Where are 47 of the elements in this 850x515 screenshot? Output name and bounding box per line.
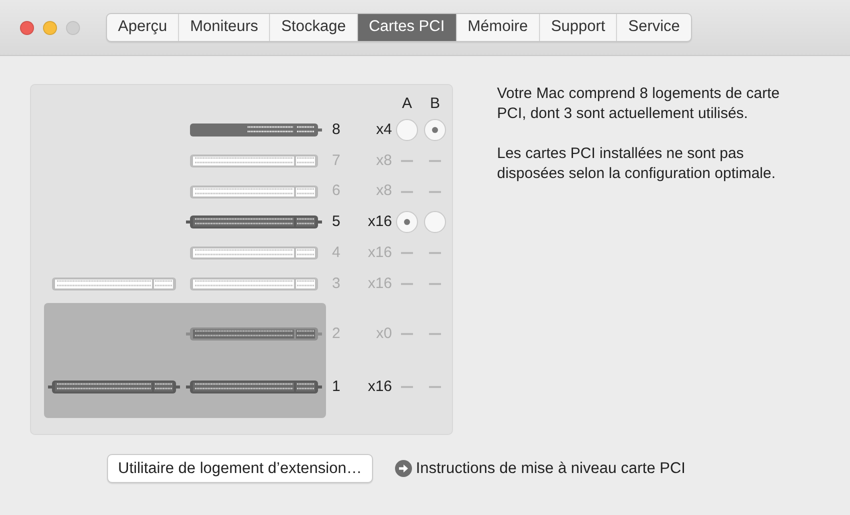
slot-number: 5 — [332, 212, 342, 232]
slot-number: 7 — [332, 150, 342, 171]
tab[interactable]: Mémoire — [456, 14, 540, 41]
slot-number: 1 — [332, 376, 342, 397]
lane-width: x16 — [366, 376, 392, 397]
unavailable-dash — [401, 160, 413, 162]
tab[interactable]: Aperçu — [107, 14, 180, 41]
slot-number: 3 — [332, 274, 342, 294]
tab[interactable]: Cartes PCI — [358, 14, 457, 41]
column-header: A — [400, 94, 413, 114]
slot-number: 6 — [332, 181, 342, 202]
tab[interactable]: Support — [540, 14, 618, 41]
unavailable-dash — [401, 333, 413, 336]
radio-button[interactable] — [396, 119, 418, 142]
unavailable-dash — [401, 386, 413, 388]
minimize-button[interactable] — [43, 20, 57, 34]
unavailable-dash — [401, 282, 413, 285]
lane-width: x8 — [375, 181, 392, 202]
lane-width: x8 — [375, 150, 392, 171]
lane-width: x4 — [375, 120, 392, 140]
unavailable-dash — [429, 333, 441, 336]
lane-width: x16 — [366, 212, 392, 232]
arrow-circle-icon[interactable] — [394, 460, 412, 478]
column-header: B — [428, 94, 441, 114]
info-text: Les cartes PCI installées ne sont pas disposées selon la configuration optimale. — [497, 144, 777, 184]
slot-number: 8 — [332, 120, 342, 140]
unavailable-dash — [401, 190, 413, 193]
slot-number: 2 — [332, 324, 342, 344]
unavailable-dash — [429, 160, 441, 162]
unavailable-dash — [429, 190, 441, 193]
unavailable-dash — [401, 252, 413, 254]
unavailable-dash — [429, 386, 441, 388]
tab[interactable]: Moniteurs — [179, 14, 270, 41]
tab[interactable]: Service — [617, 14, 691, 41]
info-text: Votre Mac comprend 8 logements de carte PCI, dont 3 sont actuellement utilisés. — [497, 84, 781, 124]
close-button[interactable] — [20, 20, 34, 34]
radio-button[interactable] — [424, 211, 446, 234]
unavailable-dash — [429, 282, 441, 285]
slot-number: 4 — [332, 242, 342, 263]
upgrade-instructions-link[interactable]: Instructions de mise à niveau carte PCI — [416, 457, 686, 480]
radio-button[interactable] — [424, 119, 446, 142]
unavailable-dash — [429, 252, 441, 254]
radio-button[interactable] — [396, 211, 418, 234]
lane-width: x16 — [366, 274, 392, 294]
lane-width: x16 — [366, 242, 392, 263]
lane-width: x0 — [375, 324, 392, 344]
slot-utility-button[interactable]: Utilitaire de logement d’extension… — [107, 454, 373, 484]
